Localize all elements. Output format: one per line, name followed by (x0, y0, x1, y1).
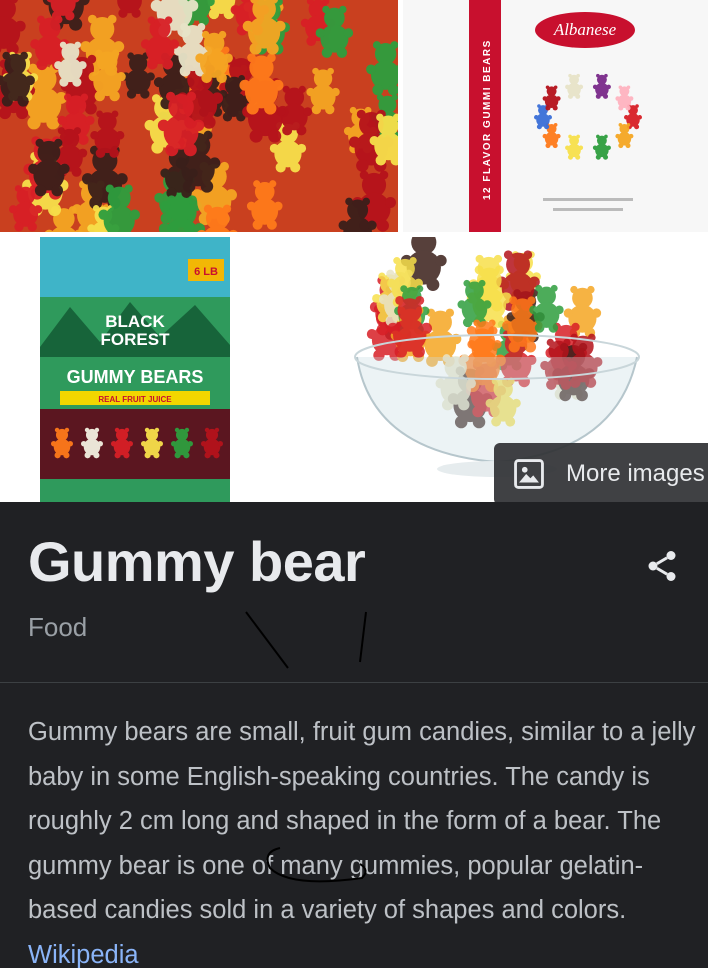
image-gallery: 12 FLAVOR GUMMI BEARS Albanese 6 LB BLAC… (0, 0, 708, 505)
entity-category: Food (28, 612, 88, 642)
more-images-label: More images (566, 460, 705, 487)
bf-brand-bottom: FOREST (101, 330, 171, 349)
entity-title: Gummy bear (28, 530, 366, 593)
gummy-pile-image (0, 0, 398, 232)
entity-description: Gummy bears are small, fruit gum candies… (28, 710, 698, 968)
gallery-image-pile[interactable] (0, 0, 398, 232)
black-forest-bag-image: 6 LB BLACK FOREST GUMMY BEARS REAL FRUIT… (0, 237, 272, 502)
bag-brand: Albanese (553, 20, 617, 39)
albanese-bag-image: 12 FLAVOR GUMMI BEARS Albanese (403, 0, 708, 232)
image-icon (514, 459, 544, 489)
gallery-image-black-forest-bag[interactable]: 6 LB BLACK FOREST GUMMY BEARS REAL FRUIT… (0, 237, 272, 502)
bf-tagline: REAL FRUIT JUICE (98, 395, 172, 404)
bag-side-text: 12 FLAVOR GUMMI BEARS (482, 39, 493, 200)
bf-product: GUMMY BEARS (67, 367, 204, 387)
description-text: Gummy bears are small, fruit gum candies… (28, 718, 696, 924)
bf-brand-top: BLACK (105, 312, 165, 331)
bf-badge: 6 LB (194, 266, 218, 278)
share-icon[interactable] (644, 546, 680, 586)
wikipedia-link[interactable]: Wikipedia (28, 941, 139, 968)
more-images-button[interactable]: More images (494, 443, 708, 505)
gallery-image-albanese-bag[interactable]: 12 FLAVOR GUMMI BEARS Albanese (403, 0, 708, 232)
section-divider (0, 682, 708, 683)
